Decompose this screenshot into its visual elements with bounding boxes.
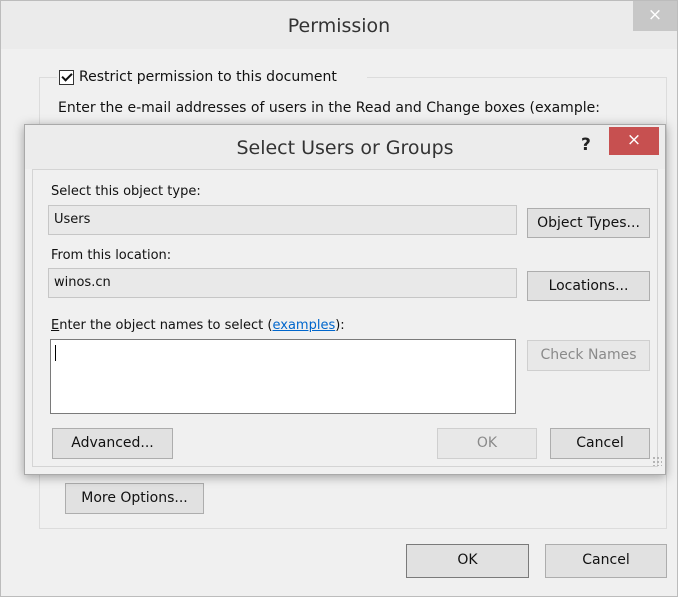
- object-types-button[interactable]: Object Types...: [527, 208, 650, 238]
- locations-button[interactable]: Locations...: [527, 271, 650, 301]
- object-names-label-suffix: ):: [335, 318, 345, 333]
- object-names-label-text: nter the object names to select (: [59, 318, 273, 333]
- object-names-label: Enter the object names to select (exampl…: [51, 318, 345, 333]
- permission-instructions: Enter the e-mail addresses of users in t…: [58, 100, 600, 116]
- location-field: winos.cn: [48, 268, 517, 298]
- text-caret: [55, 345, 56, 361]
- restrict-permission-label: Restrict permission to this document: [79, 69, 337, 85]
- more-options-button[interactable]: More Options...: [65, 483, 204, 514]
- object-type-label: Select this object type:: [51, 184, 201, 199]
- select-users-title-bar: Select Users or Groups ? ×: [25, 125, 665, 169]
- checkbox-checked-icon[interactable]: [59, 69, 74, 85]
- object-type-field: Users: [48, 205, 517, 235]
- permission-title-bar: Permission ×: [1, 1, 677, 49]
- help-icon[interactable]: ?: [581, 135, 591, 155]
- access-key: E: [51, 318, 60, 333]
- restrict-permission-checkbox[interactable]: Restrict permission to this document: [57, 67, 367, 87]
- resize-grip-icon[interactable]: [652, 456, 662, 466]
- select-cancel-button[interactable]: Cancel: [550, 428, 650, 459]
- permission-ok-button[interactable]: OK: [406, 544, 529, 578]
- location-label: From this location:: [51, 248, 172, 263]
- check-names-button[interactable]: Check Names: [527, 340, 650, 371]
- close-icon[interactable]: ×: [609, 127, 659, 155]
- examples-link[interactable]: examples: [272, 318, 335, 333]
- select-ok-button[interactable]: OK: [437, 428, 537, 459]
- permission-title: Permission: [287, 15, 391, 37]
- object-names-input[interactable]: [50, 339, 516, 414]
- permission-cancel-button[interactable]: Cancel: [545, 544, 667, 578]
- close-icon[interactable]: ×: [633, 1, 677, 31]
- select-users-title: Select Users or Groups: [236, 137, 454, 159]
- advanced-button[interactable]: Advanced...: [52, 428, 173, 459]
